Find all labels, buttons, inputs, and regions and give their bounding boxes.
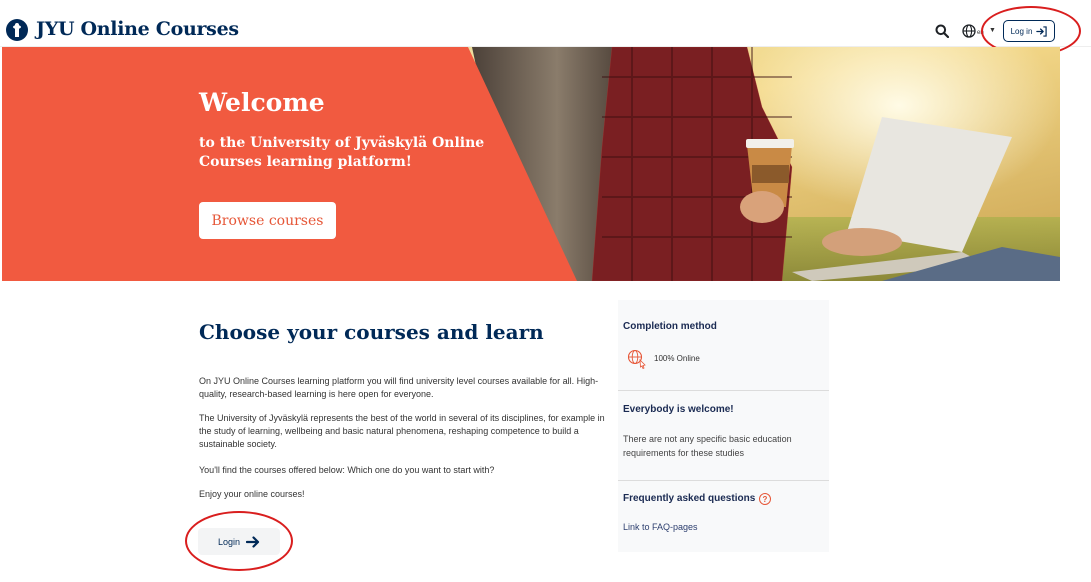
language-code[interactable]: en — [977, 30, 984, 36]
login-button[interactable]: Login — [198, 528, 280, 555]
university-paragraph: The University of Jyväskylä represents t… — [199, 413, 605, 449]
hero-title: Welcome — [199, 88, 325, 117]
faq-heading: Frequently asked questions — [623, 493, 756, 504]
hero-subtitle: to the University of Jyväskylä Online Co… — [199, 135, 485, 170]
completion-method-heading: Completion method — [623, 321, 717, 332]
header-login-label: Log in — [1010, 26, 1033, 36]
hero-banner: Welcome to the University of Jyväskylä O… — [2, 47, 1060, 281]
chevron-down-icon[interactable]: ▼ — [989, 27, 996, 34]
intro-paragraph: On JYU Online Courses learning platform … — [199, 376, 599, 399]
arrow-right-icon — [246, 535, 260, 548]
page-title: Choose your courses and learn — [199, 320, 544, 344]
welcome-text: There are not any specific basic educati… — [623, 434, 792, 458]
globe-online-icon — [627, 349, 646, 369]
login-arrow-icon — [1036, 25, 1048, 37]
search-icon[interactable] — [935, 24, 949, 38]
courses-paragraph: You'll find the courses offered below: W… — [199, 465, 495, 475]
faq-link[interactable]: Link to FAQ-pages — [623, 522, 698, 532]
welcome-heading: Everybody is welcome! — [623, 404, 734, 415]
enjoy-paragraph: Enjoy your online courses! — [199, 489, 305, 499]
header-login-button[interactable]: Log in — [1003, 20, 1055, 42]
globe-icon[interactable] — [962, 24, 976, 38]
question-circle-icon[interactable]: ? — [759, 493, 771, 505]
hero-photo — [2, 47, 1060, 281]
site-header: JYU Online Courses en ▼ Log in — [0, 0, 1091, 47]
course-info-card: Completion method 100% Online Everybody … — [618, 300, 829, 552]
login-button-label: Login — [217, 536, 241, 547]
jyu-logo-icon[interactable] — [6, 19, 28, 41]
card-divider — [618, 480, 829, 481]
site-brand[interactable]: JYU Online Courses — [36, 18, 239, 40]
browse-courses-button[interactable]: Browse courses — [199, 202, 336, 239]
completion-method-value: 100% Online — [654, 354, 700, 363]
card-divider — [618, 390, 829, 391]
